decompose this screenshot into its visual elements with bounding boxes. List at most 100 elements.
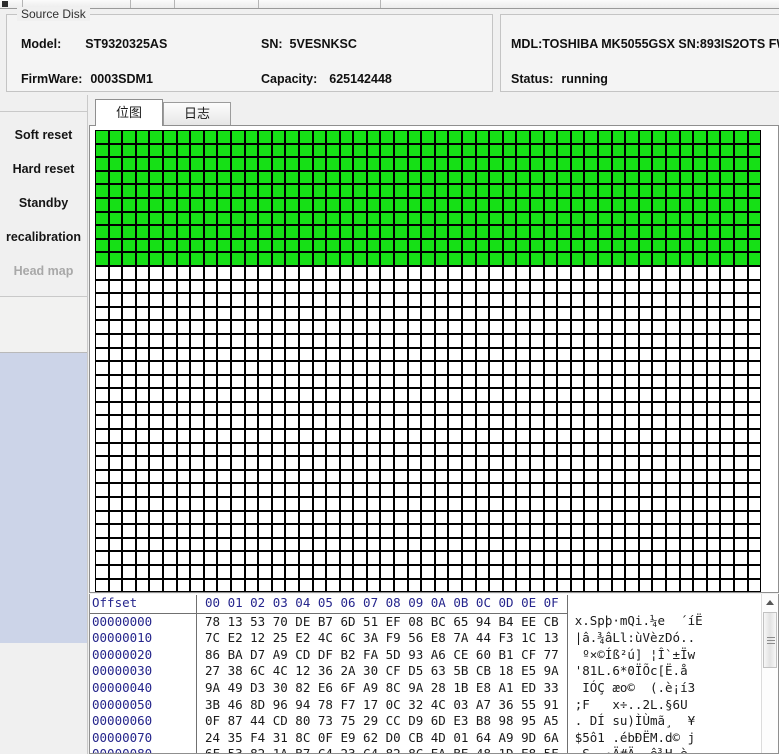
bitmap-cell[interactable] bbox=[530, 170, 544, 185]
bitmap-cell[interactable] bbox=[230, 333, 245, 348]
bitmap-cell[interactable] bbox=[706, 510, 721, 525]
bitmap-cell[interactable] bbox=[543, 361, 558, 375]
bitmap-cell[interactable] bbox=[312, 510, 327, 525]
bitmap-cell[interactable] bbox=[584, 279, 598, 294]
bitmap-cell[interactable] bbox=[733, 184, 748, 198]
bitmap-cell[interactable] bbox=[122, 415, 136, 430]
bitmap-cell[interactable] bbox=[597, 170, 612, 185]
bitmap-cell[interactable] bbox=[230, 211, 245, 226]
bitmap-cell[interactable] bbox=[448, 524, 463, 538]
bitmap-cell[interactable] bbox=[679, 184, 694, 198]
bitmap-cell[interactable] bbox=[665, 252, 680, 266]
bitmap-cell[interactable] bbox=[693, 483, 707, 498]
bitmap-cell[interactable] bbox=[747, 265, 762, 280]
bitmap-cell[interactable] bbox=[421, 130, 435, 144]
bitmap-cell[interactable] bbox=[135, 320, 150, 334]
bitmap-cell[interactable] bbox=[285, 524, 299, 538]
bitmap-cell[interactable] bbox=[244, 565, 259, 579]
bitmap-cell[interactable] bbox=[271, 497, 286, 511]
bitmap-cell[interactable] bbox=[475, 252, 490, 266]
bitmap-cell[interactable] bbox=[190, 130, 204, 144]
bitmap-cell[interactable] bbox=[502, 401, 517, 416]
bitmap-cell[interactable] bbox=[149, 415, 163, 430]
bitmap-cell[interactable] bbox=[720, 238, 734, 253]
hex-row[interactable]: 00000000 78 13 53 70 DE B7 6D 51 EF 08 BC… bbox=[90, 613, 703, 631]
bitmap-grid[interactable] bbox=[95, 130, 777, 592]
bitmap-cell[interactable] bbox=[434, 238, 449, 253]
bitmap-cell[interactable] bbox=[611, 279, 626, 294]
bitmap-cell[interactable] bbox=[516, 442, 530, 457]
bitmap-cell[interactable] bbox=[312, 388, 327, 402]
bitmap-cell[interactable] bbox=[543, 442, 558, 457]
bitmap-cell[interactable] bbox=[244, 469, 259, 484]
bitmap-cell[interactable] bbox=[380, 510, 395, 525]
bitmap-cell[interactable] bbox=[394, 578, 408, 592]
bitmap-cell[interactable] bbox=[326, 279, 340, 294]
bitmap-cell[interactable] bbox=[516, 347, 530, 362]
bitmap-cell[interactable] bbox=[230, 578, 245, 592]
bitmap-cell[interactable] bbox=[611, 415, 626, 430]
bitmap-cell[interactable] bbox=[570, 143, 585, 158]
bitmap-cell[interactable] bbox=[665, 361, 680, 375]
bitmap-cell[interactable] bbox=[122, 320, 136, 334]
bitmap-cell[interactable] bbox=[502, 347, 517, 362]
bitmap-cell[interactable] bbox=[326, 524, 340, 538]
bitmap-cell[interactable] bbox=[584, 524, 598, 538]
bitmap-cell[interactable] bbox=[162, 415, 177, 430]
hex-viewer-panel[interactable]: Offset 00 01 02 03 04 05 06 07 08 09 0A … bbox=[89, 594, 779, 754]
bitmap-cell[interactable] bbox=[638, 252, 653, 266]
bitmap-cell[interactable] bbox=[135, 537, 150, 552]
bitmap-cell[interactable] bbox=[706, 401, 721, 416]
bitmap-cell[interactable] bbox=[176, 320, 191, 334]
bitmap-cell[interactable] bbox=[706, 388, 721, 402]
bitmap-cell[interactable] bbox=[366, 211, 381, 226]
bitmap-cell[interactable] bbox=[258, 143, 272, 158]
bitmap-cell[interactable] bbox=[530, 469, 544, 484]
bitmap-cell[interactable] bbox=[652, 442, 666, 457]
bitmap-cell[interactable] bbox=[543, 170, 558, 185]
bitmap-cell[interactable] bbox=[285, 510, 299, 525]
bitmap-cell[interactable] bbox=[543, 497, 558, 511]
bitmap-cell[interactable] bbox=[462, 578, 476, 592]
bitmap-cell[interactable] bbox=[665, 578, 680, 592]
bitmap-cell[interactable] bbox=[733, 442, 748, 457]
bitmap-cell[interactable] bbox=[230, 483, 245, 498]
hex-row[interactable]: 00000010 7C E2 12 25 E2 4C 6C 3A F9 56 E8… bbox=[90, 630, 703, 647]
bitmap-cell[interactable] bbox=[380, 184, 395, 198]
bitmap-cell[interactable] bbox=[475, 333, 490, 348]
bitmap-cell[interactable] bbox=[95, 469, 109, 484]
bitmap-cell[interactable] bbox=[679, 483, 694, 498]
bitmap-cell[interactable] bbox=[652, 170, 666, 185]
bitmap-cell[interactable] bbox=[693, 130, 707, 144]
bitmap-cell[interactable] bbox=[190, 252, 204, 266]
bitmap-cell[interactable] bbox=[230, 415, 245, 430]
bitmap-cell[interactable] bbox=[366, 279, 381, 294]
bitmap-cell[interactable] bbox=[326, 184, 340, 198]
bitmap-cell[interactable] bbox=[95, 130, 109, 144]
bitmap-cell[interactable] bbox=[475, 374, 490, 389]
bitmap-cell[interactable] bbox=[190, 374, 204, 389]
bitmap-cell[interactable] bbox=[584, 551, 598, 565]
bitmap-cell[interactable] bbox=[516, 537, 530, 552]
bitmap-cell[interactable] bbox=[122, 469, 136, 484]
bitmap-cell[interactable] bbox=[366, 551, 381, 565]
bitmap-cell[interactable] bbox=[271, 578, 286, 592]
bitmap-cell[interactable] bbox=[244, 211, 259, 226]
bitmap-cell[interactable] bbox=[462, 157, 476, 171]
bitmap-cell[interactable] bbox=[380, 429, 395, 443]
bitmap-cell[interactable] bbox=[298, 265, 313, 280]
bitmap-cell[interactable] bbox=[625, 320, 639, 334]
bitmap-cell[interactable] bbox=[162, 565, 177, 579]
bitmap-cell[interactable] bbox=[135, 279, 150, 294]
bitmap-cell[interactable] bbox=[638, 456, 653, 470]
bitmap-cell[interactable] bbox=[339, 170, 354, 185]
bitmap-cell[interactable] bbox=[597, 429, 612, 443]
bitmap-cell[interactable] bbox=[693, 374, 707, 389]
bitmap-cell[interactable] bbox=[135, 197, 150, 212]
bitmap-cell[interactable] bbox=[611, 578, 626, 592]
bitmap-cell[interactable] bbox=[407, 211, 422, 226]
bitmap-cell[interactable] bbox=[244, 225, 259, 239]
bitmap-cell[interactable] bbox=[108, 184, 123, 198]
bitmap-cell[interactable] bbox=[638, 265, 653, 280]
bitmap-cell[interactable] bbox=[448, 483, 463, 498]
